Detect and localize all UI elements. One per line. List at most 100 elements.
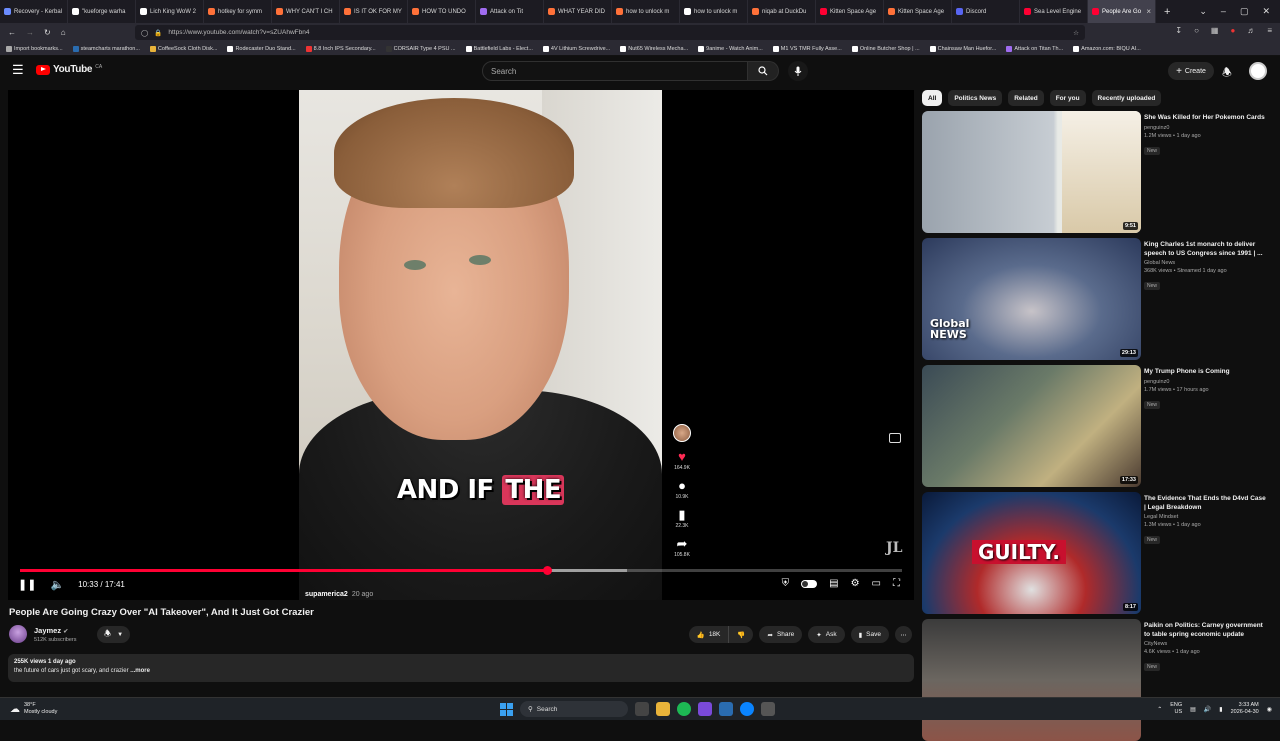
autoplay-toggle[interactable] xyxy=(801,579,818,588)
browser-tab[interactable]: Kitten Space Age xyxy=(816,0,884,23)
volume-tray-icon[interactable]: 🔊 xyxy=(1204,706,1211,713)
browser-app-icon[interactable] xyxy=(740,702,754,716)
browser-tab[interactable]: IS IT OK FOR MY xyxy=(340,0,408,23)
save-button[interactable]: ▮ Save xyxy=(850,626,889,643)
recommendation-item[interactable]: 17:33 My Trump Phone is Coming penguinz0 1.… xyxy=(922,365,1272,487)
browser-tab[interactable]: Sea Level Engine xyxy=(1020,0,1088,23)
task-view-icon[interactable] xyxy=(635,702,649,716)
recommendation-item[interactable]: Paikin on Politics: Carney government to… xyxy=(922,619,1272,741)
filter-chip[interactable]: Recently uploaded xyxy=(1091,90,1162,106)
forward-icon[interactable]: → xyxy=(26,28,34,37)
browser-tab[interactable]: hotkey for symm xyxy=(204,0,272,23)
browser-tab[interactable]: niqab at DuckDu xyxy=(748,0,816,23)
bookmark-item[interactable]: Nut65 Wireless Mecha... xyxy=(620,45,688,52)
bookmark-item[interactable]: 9anime - Watch Anim... xyxy=(698,45,763,52)
bookmark-item[interactable]: Import bookmarks... xyxy=(6,45,63,52)
weather-widget[interactable]: ☁ 38°F Mostly cloudy xyxy=(10,702,57,716)
browser-tab[interactable]: Discord xyxy=(952,0,1020,23)
filter-chip[interactable]: Related xyxy=(1008,90,1044,106)
more-link[interactable]: ...more xyxy=(130,668,150,674)
hamburger-menu-icon[interactable]: ☰ xyxy=(12,63,24,76)
file-explorer-icon[interactable] xyxy=(656,702,670,716)
bookmark-item[interactable]: steamcharts marathon... xyxy=(72,45,140,52)
recommendation-channel[interactable]: penguinz0 xyxy=(1144,125,1269,131)
dislike-button[interactable]: 👎 xyxy=(728,626,753,643)
video-player[interactable]: AND IF THE ♥ 164.9K ● 10.9K ▮ 22.3K ➦ 10… xyxy=(8,90,914,600)
more-actions-button[interactable]: ⋯ xyxy=(895,626,912,643)
bookmark-star-icon[interactable]: ☆ xyxy=(1073,29,1079,37)
battery-icon[interactable]: ▮ xyxy=(1219,706,1222,713)
maximize-icon[interactable]: ▢ xyxy=(1240,6,1249,17)
bookmark-item[interactable]: Chainsaw Man Huefor... xyxy=(929,45,996,52)
recommendation-thumbnail[interactable]: 9:51 xyxy=(922,111,1141,233)
notifications-bell-icon[interactable]: 🕭 xyxy=(1222,64,1232,83)
search-input[interactable]: Search xyxy=(482,61,748,81)
recommendation-channel[interactable]: Legal Mindset xyxy=(1144,514,1269,520)
browser-tab[interactable]: Recovery - Kerbal xyxy=(0,0,68,23)
downloads-icon[interactable]: ↧ xyxy=(1175,26,1182,35)
bookmark-item[interactable]: CORSAIR Type 4 PSU ... xyxy=(385,45,456,52)
description-box[interactable]: 255K views 1 day ago the future of cars … xyxy=(8,654,914,682)
ask-button[interactable]: ✦ Ask xyxy=(808,626,845,643)
tab-list-icon[interactable]: ⌄ xyxy=(1199,6,1207,17)
back-icon[interactable]: ← xyxy=(8,28,16,37)
taskbar-search[interactable]: ⚲ Search xyxy=(520,701,628,717)
progress-bar[interactable] xyxy=(20,566,902,575)
recommendation-thumbnail[interactable]: 17:33 xyxy=(922,365,1141,487)
windows-start-icon[interactable] xyxy=(500,702,513,716)
bookmark-item[interactable]: Online Butcher Shop | ... xyxy=(851,45,920,52)
filter-chip[interactable]: For you xyxy=(1049,90,1086,106)
filter-chip[interactable]: Politics News xyxy=(948,90,1003,106)
recommendation-thumbnail[interactable]: Global NEWS 29:13 xyxy=(922,238,1141,360)
bookmark-item[interactable]: Amazon.com: BIQU AI... xyxy=(1073,45,1141,52)
fullscreen-icon[interactable]: ⛶ xyxy=(893,578,900,589)
browser-tab[interactable]: "kueforge warha xyxy=(68,0,136,23)
browser-tab[interactable]: WHY CAN'T I CH xyxy=(272,0,340,23)
spotify-icon[interactable] xyxy=(677,702,691,716)
settings-app-icon[interactable] xyxy=(761,702,775,716)
bookmark-item[interactable]: Battlefield Labs - Elect... xyxy=(465,45,533,52)
search-button[interactable] xyxy=(748,61,779,81)
bookmark-item[interactable]: 8.8 Inch IPS Secondary... xyxy=(305,45,376,52)
channel-name[interactable]: Jaymez ✔ xyxy=(34,626,68,635)
browser-tab[interactable]: how to unlock m xyxy=(612,0,680,23)
tray-chevron-icon[interactable]: ⌃ xyxy=(1157,706,1162,713)
miniplayer-icon[interactable] xyxy=(889,433,901,443)
sponsor-shield-icon[interactable]: ⛨ xyxy=(782,578,790,589)
close-window-icon[interactable]: ✕ xyxy=(1262,6,1270,17)
browser-tab[interactable]: HOW TO UNDO xyxy=(408,0,476,23)
browser-tab[interactable]: Lich King WoW 2 xyxy=(136,0,204,23)
recommendation-item[interactable]: Global NEWS 29:13 King Charles 1st monarch… xyxy=(922,238,1272,360)
recommendation-item[interactable]: GUILTY. 8:17 The Evidence That Ends the D4… xyxy=(922,492,1272,614)
voice-search-button[interactable] xyxy=(788,61,808,81)
captions-icon[interactable]: ▤ xyxy=(829,578,838,589)
steam-icon[interactable] xyxy=(719,702,733,716)
extension-audio-icon[interactable]: ♬ xyxy=(1247,26,1255,35)
url-bar[interactable]: ◯ 🔒 https://www.youtube.com/watch?v=sZUA… xyxy=(135,25,1085,40)
clock[interactable]: 3:33 AM 2026-04-30 xyxy=(1231,702,1259,716)
browser-tab[interactable]: WHAT YEAR DID xyxy=(544,0,612,23)
account-icon[interactable]: ○ xyxy=(1194,26,1199,35)
theater-mode-icon[interactable]: ▭ xyxy=(872,578,881,589)
extensions-icon[interactable]: ▦ xyxy=(1211,26,1219,35)
notification-center-icon[interactable]: ◉ xyxy=(1267,706,1272,713)
browser-tab[interactable]: Kitten Space Age xyxy=(884,0,952,23)
extension-red-icon[interactable]: ● xyxy=(1230,26,1235,35)
share-button[interactable]: ➦ Share xyxy=(759,626,803,643)
home-icon[interactable]: ⌂ xyxy=(61,28,66,37)
recommendation-thumbnail[interactable] xyxy=(922,619,1141,741)
recommendation-channel[interactable]: penguinz0 xyxy=(1144,379,1269,385)
bookmark-item[interactable]: Rodecaster Duo Stand... xyxy=(227,45,296,52)
filter-chip[interactable]: All xyxy=(922,90,943,106)
bookmark-item[interactable]: CoffeeSock Cloth Disk... xyxy=(149,45,217,52)
browser-tab[interactable]: People Are Go × xyxy=(1088,0,1156,23)
recommendation-item[interactable]: 9:51 She Was Killed for Her Pokemon Cards… xyxy=(922,111,1272,233)
subscription-bell-button[interactable]: 🕭 ▼ xyxy=(97,626,130,643)
reload-icon[interactable]: ↻ xyxy=(44,28,51,37)
pause-icon[interactable]: ❚❚ xyxy=(18,578,36,591)
volume-icon[interactable]: 🔈 xyxy=(50,578,64,591)
close-tab-icon[interactable]: × xyxy=(1146,7,1151,16)
recommendation-channel[interactable]: CityNews xyxy=(1144,641,1269,647)
language-indicator[interactable]: ENG US xyxy=(1170,702,1182,716)
new-tab-icon[interactable]: + xyxy=(1156,6,1178,18)
